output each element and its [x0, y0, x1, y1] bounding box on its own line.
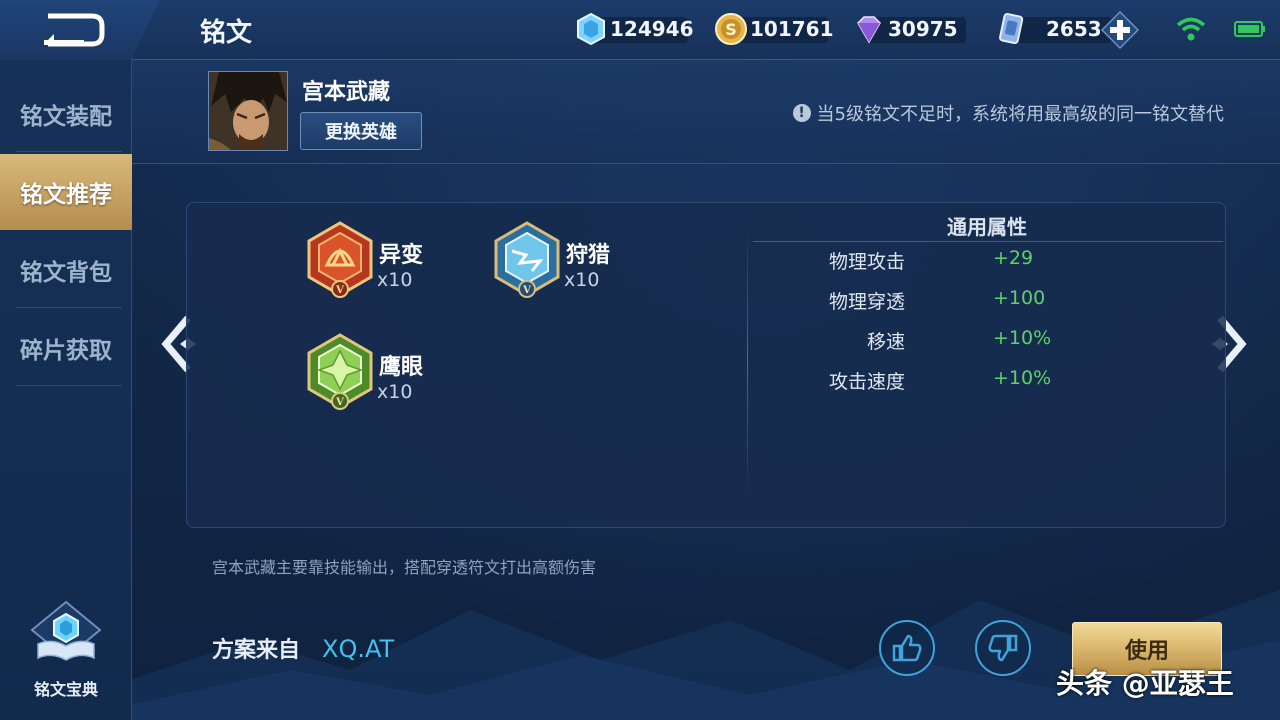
sidebar-item-rune-bag[interactable]: 铭文背包: [0, 232, 132, 308]
attribute-value: +10%: [993, 327, 1052, 349]
add-currency-button[interactable]: [1100, 10, 1140, 50]
like-button[interactable]: [879, 620, 935, 676]
currency-value: 2653: [1046, 17, 1102, 41]
svg-text:V: V: [522, 285, 531, 296]
source-label: 方案来自: [212, 638, 301, 663]
svg-text:V: V: [335, 285, 344, 296]
attribute-value: +10%: [993, 367, 1052, 389]
attribute-row: 物理攻击 +29: [749, 247, 1149, 277]
sidebar-item-fragment[interactable]: 碎片获取: [0, 310, 132, 386]
card-voucher-icon: [999, 12, 1024, 45]
sidebar-item-label: 铭文推荐: [20, 182, 112, 208]
rune-green-emblem-icon: V: [307, 333, 373, 410]
currency-diamond: 124946: [574, 12, 694, 46]
divider: [16, 151, 122, 152]
rune-count: x10: [377, 381, 413, 403]
rune-red-emblem-icon: V: [307, 221, 373, 298]
hero-avatar[interactable]: [208, 71, 288, 151]
attribute-row: 物理穿透 +100: [749, 287, 1149, 317]
svg-text:S: S: [725, 20, 737, 39]
hero-portrait-icon: [209, 72, 287, 150]
top-bar: 铭文 124946 S 101761 30975 2653: [0, 0, 1280, 60]
rune-item[interactable]: V 狩猎 x10: [492, 221, 672, 311]
rune-item[interactable]: V 异变 x10: [305, 221, 485, 311]
sidebar-item-rune-recommend[interactable]: 铭文推荐: [0, 154, 132, 230]
svg-text:V: V: [335, 397, 344, 408]
attribute-title: 通用属性: [947, 215, 1027, 239]
sidebar-item-label: 铭文装配: [20, 104, 112, 130]
plan-source: 方案来自 XQ.AT: [212, 632, 394, 664]
dislike-button[interactable]: [975, 620, 1031, 676]
sidebar-item-label: 碎片获取: [20, 338, 112, 364]
source-author-link[interactable]: XQ.AT: [322, 635, 394, 663]
hero-row: 宫本武藏 更换英雄 ! 当5级铭文不足时，系统将用最高级的同一铭文替代: [132, 60, 1280, 164]
rune-count: x10: [377, 269, 413, 291]
rune-name: 鹰眼: [379, 355, 424, 380]
plan-description: 宫本武藏主要靠技能输出，搭配穿透符文打出高额伤害: [212, 558, 597, 577]
notice-text: ! 当5级铭文不足时，系统将用最高级的同一铭文替代: [792, 100, 1224, 126]
sidebar-item-label: 铭文背包: [20, 260, 112, 286]
change-hero-label: 更换英雄: [325, 122, 397, 143]
rune-item[interactable]: V 鹰眼 x10: [305, 333, 485, 423]
codex-book-icon: [30, 600, 102, 661]
plus-icon: [1100, 10, 1140, 50]
currency-value: 101761: [750, 17, 834, 41]
rune-codex-button[interactable]: 铭文宝典: [18, 600, 114, 700]
rune-panel: V 异变 x10 V 狩猎 x10 V 鹰眼 x10 通用属性 物理攻击 +29: [186, 202, 1226, 528]
hero-name: 宫本武藏: [302, 80, 391, 105]
rune-blue-emblem-icon: V: [494, 221, 560, 298]
rune-name: 异变: [379, 243, 424, 268]
back-button[interactable]: [40, 12, 106, 48]
currency-gold: S 101761: [714, 12, 834, 46]
page-title: 铭文: [200, 18, 253, 48]
diamond-crystal-icon: [577, 12, 605, 46]
currency-value: 30975: [888, 17, 958, 41]
info-icon: !: [792, 104, 811, 122]
currency-value: 124946: [610, 17, 694, 41]
attribute-row: 攻击速度 +10%: [749, 367, 1149, 397]
rune-count: x10: [564, 269, 600, 291]
battery-icon: [1234, 21, 1265, 37]
attribute-title-line: [753, 241, 1223, 242]
divider: [16, 307, 122, 308]
gold-coin-icon: S: [715, 13, 747, 45]
currency-gem: 30975: [852, 12, 966, 46]
watermark: 头条 @亚瑟王: [1056, 667, 1234, 700]
attribute-key: 物理攻击: [828, 251, 905, 273]
back-arrow-icon: [44, 13, 105, 47]
attribute-key: 移速: [866, 331, 905, 353]
attribute-key: 物理穿透: [828, 291, 905, 313]
sidebar-item-rune-equip[interactable]: 铭文装配: [0, 76, 132, 152]
rune-name: 狩猎: [566, 243, 611, 268]
purple-gem-icon: [857, 16, 881, 44]
thumbs-up-icon: [892, 634, 922, 662]
panel-divider: [747, 225, 748, 497]
codex-label: 铭文宝典: [33, 680, 98, 699]
divider: [16, 385, 122, 386]
wifi-icon: [1176, 17, 1206, 41]
attribute-value: +100: [993, 287, 1046, 309]
currency-voucher: 2653: [994, 12, 1112, 46]
attribute-value: +29: [993, 247, 1034, 269]
notice-label: 当5级铭文不足时，系统将用最高级的同一铭文替代: [816, 104, 1224, 125]
use-button-label: 使用: [1124, 639, 1169, 664]
attribute-row: 移速 +10%: [749, 327, 1149, 357]
attribute-key: 攻击速度: [828, 371, 905, 393]
thumbs-down-icon: [988, 634, 1018, 662]
change-hero-button[interactable]: 更换英雄: [300, 112, 422, 150]
